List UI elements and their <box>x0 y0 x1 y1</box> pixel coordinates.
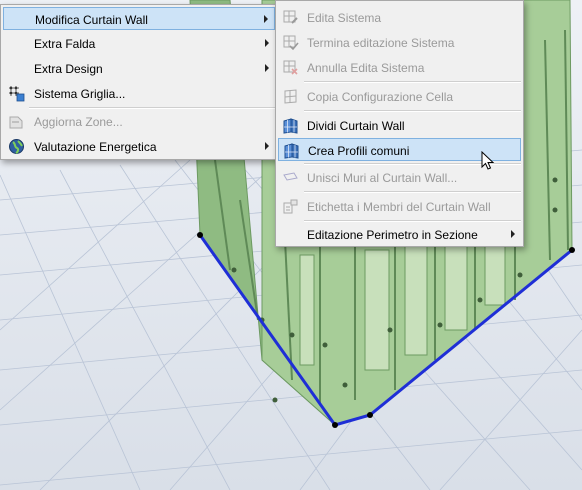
submenu-item-editazione-perimetro[interactable]: Editazione Perimetro in Sezione <box>278 223 521 246</box>
menu-item-label: Crea Profili comuni <box>308 144 410 158</box>
context-menu: Modifica Curtain Wall Extra Falda Extra … <box>0 4 278 160</box>
mouse-cursor-icon <box>481 151 495 170</box>
submenu-item-annulla-edita[interactable]: Annulla Edita Sistema <box>278 56 521 79</box>
menu-separator <box>304 220 521 222</box>
menu-item-label: Aggiorna Zone... <box>34 115 123 129</box>
submenu-item-edita-sistema[interactable]: Edita Sistema <box>278 6 521 29</box>
menu-item-label: Sistema Griglia... <box>34 87 126 101</box>
menu-item-label: Dividi Curtain Wall <box>307 119 405 133</box>
menu-item-extra-falda[interactable]: Extra Falda <box>3 32 275 55</box>
menu-separator <box>304 191 521 193</box>
label-members-icon <box>282 198 299 215</box>
menu-item-modifica-curtain-wall[interactable]: Modifica Curtain Wall <box>3 7 275 30</box>
menu-item-extra-design[interactable]: Extra Design <box>3 57 275 80</box>
menu-item-label: Valutazione Energetica <box>34 140 157 154</box>
finish-edit-icon <box>282 34 299 51</box>
copy-cell-icon <box>282 88 299 105</box>
menu-item-aggiorna-zone[interactable]: Aggiorna Zone... <box>3 110 275 133</box>
menu-item-label: Termina editazione Sistema <box>307 36 455 50</box>
submenu-arrow-icon <box>511 230 515 238</box>
divide-curtain-wall-icon <box>282 117 299 134</box>
menu-item-valutazione-energetica[interactable]: Valutazione Energetica <box>3 135 275 158</box>
menu-separator <box>304 81 521 83</box>
menu-item-label: Editazione Perimetro in Sezione <box>307 228 478 242</box>
submenu-arrow-icon <box>265 39 269 47</box>
menu-separator <box>304 110 521 112</box>
menu-item-label: Unisci Muri al Curtain Wall... <box>307 171 458 185</box>
submenu-arrow-icon <box>264 15 268 23</box>
submenu-modifica-curtain-wall: Edita Sistema Termina editazione Sistema… <box>275 0 524 247</box>
menu-separator <box>29 107 275 109</box>
menu-item-label: Annulla Edita Sistema <box>307 61 425 75</box>
merge-walls-icon <box>282 169 299 186</box>
grid-system-icon <box>8 85 25 102</box>
submenu-arrow-icon <box>265 142 269 150</box>
menu-item-label: Etichetta i Membri del Curtain Wall <box>307 200 491 214</box>
menu-item-label: Copia Configurazione Cella <box>307 90 454 104</box>
menu-item-label: Extra Design <box>34 62 103 76</box>
edit-system-icon <box>282 9 299 26</box>
menu-item-label: Extra Falda <box>34 37 96 51</box>
submenu-item-copia-configurazione[interactable]: Copia Configurazione Cella <box>278 85 521 108</box>
menu-item-sistema-griglia[interactable]: Sistema Griglia... <box>3 82 275 105</box>
submenu-item-etichetta-membri[interactable]: Etichetta i Membri del Curtain Wall <box>278 195 521 218</box>
cancel-edit-icon <box>282 59 299 76</box>
menu-item-label: Edita Sistema <box>307 11 382 25</box>
submenu-arrow-icon <box>265 64 269 72</box>
globe-icon <box>8 138 25 155</box>
submenu-item-termina-editazione[interactable]: Termina editazione Sistema <box>278 31 521 54</box>
create-profiles-icon <box>283 142 300 159</box>
update-zones-icon <box>8 113 25 130</box>
submenu-item-dividi-curtain-wall[interactable]: Dividi Curtain Wall <box>278 114 521 137</box>
menu-item-label: Modifica Curtain Wall <box>35 13 148 27</box>
